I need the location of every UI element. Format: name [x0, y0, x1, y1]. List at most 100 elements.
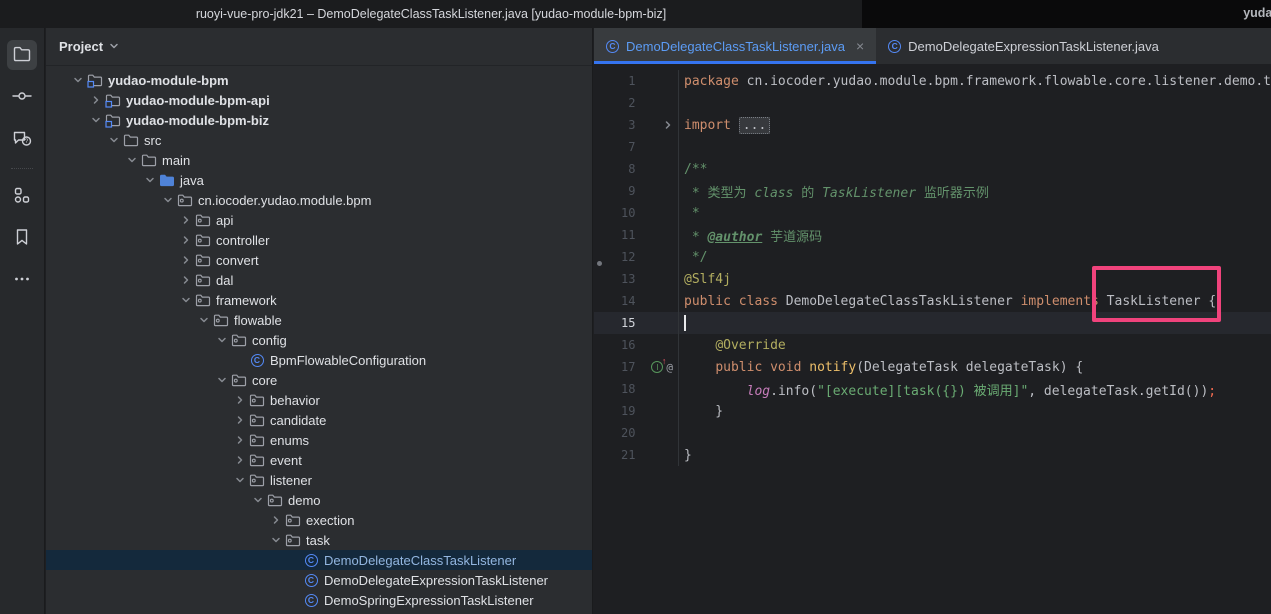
editor-tab[interactable]: CDemoDelegateExpressionTaskListener.java — [876, 28, 1171, 64]
code-line[interactable]: 10 * — [594, 202, 1271, 224]
bookmarks-tool-button[interactable] — [7, 223, 37, 253]
code-line[interactable]: 21} — [594, 444, 1271, 466]
code-text[interactable]: * — [679, 206, 700, 221]
tree-row[interactable]: event — [46, 450, 593, 470]
gutter-icon-slot[interactable] — [635, 120, 678, 130]
tree-row[interactable]: listener — [46, 470, 593, 490]
commit-tool-button[interactable] — [7, 82, 37, 112]
code-line[interactable]: 12 */ — [594, 246, 1271, 268]
code-line[interactable]: 3import ... — [594, 114, 1271, 136]
tree-row[interactable]: CDemoSpringExpressionTaskListener — [46, 590, 593, 610]
tree-row[interactable]: dal — [46, 270, 593, 290]
code-text[interactable]: /** — [679, 162, 707, 177]
tab-close-icon[interactable]: × — [856, 38, 864, 54]
tree-row[interactable]: yudao-module-bpm-api — [46, 90, 593, 110]
chevron-collapsed-icon[interactable] — [232, 432, 248, 448]
chevron-expanded-icon[interactable] — [70, 72, 86, 88]
code-text[interactable]: @Override — [679, 338, 786, 353]
tree-row[interactable]: main — [46, 150, 593, 170]
chevron-expanded-icon[interactable] — [160, 192, 176, 208]
chevron-collapsed-icon[interactable] — [178, 252, 194, 268]
more-tool-windows-button[interactable] — [7, 265, 37, 295]
chevron-expanded-icon[interactable] — [124, 152, 140, 168]
code-line[interactable]: 17I↑@ public void notify(DelegateTask de… — [594, 356, 1271, 378]
chevron-collapsed-icon[interactable] — [232, 452, 248, 468]
chevron-expanded-icon[interactable] — [106, 132, 122, 148]
code-text[interactable] — [679, 315, 686, 331]
chevron-expanded-icon[interactable] — [142, 172, 158, 188]
chevron-collapsed-icon[interactable] — [178, 212, 194, 228]
chevron-expanded-icon[interactable] — [268, 532, 284, 548]
project-view-selector[interactable]: Project — [46, 28, 592, 66]
chevron-expanded-icon[interactable] — [178, 292, 194, 308]
tree-row[interactable]: candidate — [46, 410, 593, 430]
pull-requests-tool-button[interactable]: ? — [7, 124, 37, 154]
structure-tool-button[interactable] — [7, 181, 37, 211]
implementing-method-icon[interactable]: I↑ — [651, 361, 663, 373]
tree-row[interactable]: CDemoDelegateClassTaskListener — [46, 550, 593, 570]
tree-row[interactable]: core — [46, 370, 593, 390]
code-text[interactable]: log.info("[execute][task({}) 被调用]", dele… — [679, 380, 1216, 399]
code-line[interactable]: 2 — [594, 92, 1271, 114]
tree-row[interactable]: C — [46, 610, 593, 614]
tree-row[interactable]: framework — [46, 290, 593, 310]
tree-row[interactable]: controller — [46, 230, 593, 250]
tree-row[interactable]: config — [46, 330, 593, 350]
tree-row[interactable]: CBpmFlowableConfiguration — [46, 350, 593, 370]
code-line[interactable]: 13@Slf4j — [594, 268, 1271, 290]
tree-row[interactable]: yudao-module-bpm — [46, 70, 593, 90]
code-line[interactable]: 19 } — [594, 400, 1271, 422]
code-line[interactable]: 1package cn.iocoder.yudao.module.bpm.fra… — [594, 70, 1271, 92]
chevron-collapsed-icon[interactable] — [178, 232, 194, 248]
tree-row[interactable]: yudao-module-bpm-biz — [46, 110, 593, 130]
code-line[interactable]: 14public class DemoDelegateClassTaskList… — [594, 290, 1271, 312]
code-line[interactable]: 18 log.info("[execute][task({}) 被调用]", d… — [594, 378, 1271, 400]
code-text[interactable]: public void notify(DelegateTask delegate… — [679, 360, 1083, 375]
code-line[interactable]: 7 — [594, 136, 1271, 158]
code-text[interactable]: } — [679, 404, 723, 419]
code-line[interactable]: 11 * @author 芋道源码 — [594, 224, 1271, 246]
code-line[interactable]: 9 * 类型为 class 的 TaskListener 监听器示例 — [594, 180, 1271, 202]
chevron-expanded-icon[interactable] — [250, 492, 266, 508]
folded-imports-chip[interactable]: ... — [739, 117, 770, 134]
code-line[interactable]: 20 — [594, 422, 1271, 444]
tree-row[interactable]: src — [46, 130, 593, 150]
chevron-expanded-icon[interactable] — [88, 112, 104, 128]
code-text[interactable]: package cn.iocoder.yudao.module.bpm.fram… — [679, 74, 1271, 89]
code-text[interactable]: * 类型为 class 的 TaskListener 监听器示例 — [679, 182, 989, 201]
chevron-expanded-icon[interactable] — [196, 312, 212, 328]
code-text[interactable]: * @author 芋道源码 — [679, 226, 822, 245]
code-text[interactable]: */ — [679, 250, 707, 265]
code-text[interactable]: import ... — [679, 118, 770, 133]
chevron-collapsed-icon[interactable] — [232, 412, 248, 428]
code-editor[interactable]: 1package cn.iocoder.yudao.module.bpm.fra… — [594, 64, 1271, 614]
tree-row[interactable]: CDemoDelegateExpressionTaskListener — [46, 570, 593, 590]
chevron-expanded-icon[interactable] — [214, 372, 230, 388]
code-line[interactable]: 16 @Override — [594, 334, 1271, 356]
tree-row[interactable]: demo — [46, 490, 593, 510]
tree-row[interactable]: behavior — [46, 390, 593, 410]
code-text[interactable]: @Slf4j — [679, 272, 731, 287]
tree-row[interactable]: cn.iocoder.yudao.module.bpm — [46, 190, 593, 210]
tree-row[interactable]: exection — [46, 510, 593, 530]
code-line[interactable]: 15 — [594, 312, 1271, 334]
chevron-collapsed-icon[interactable] — [268, 512, 284, 528]
tree-row[interactable]: java — [46, 170, 593, 190]
code-text[interactable]: public class DemoDelegateClassTaskListen… — [679, 294, 1216, 309]
tree-row[interactable]: task — [46, 530, 593, 550]
chevron-collapsed-icon[interactable] — [232, 392, 248, 408]
tree-row[interactable]: enums — [46, 430, 593, 450]
gutter-icon-slot[interactable]: I↑@ — [635, 361, 678, 374]
code-text[interactable]: } — [679, 448, 692, 463]
chevron-collapsed-icon[interactable] — [88, 92, 104, 108]
chevron-expanded-icon[interactable] — [232, 472, 248, 488]
chevron-collapsed-icon[interactable] — [178, 272, 194, 288]
editor-tab[interactable]: CDemoDelegateClassTaskListener.java× — [594, 28, 876, 64]
tree-row[interactable]: flowable — [46, 310, 593, 330]
tree-row[interactable]: api — [46, 210, 593, 230]
chevron-expanded-icon[interactable] — [214, 332, 230, 348]
code-line[interactable]: 8/** — [594, 158, 1271, 180]
project-tool-button[interactable] — [7, 40, 37, 70]
annotation-gutter-icon[interactable]: @ — [666, 361, 673, 374]
tree-row[interactable]: convert — [46, 250, 593, 270]
